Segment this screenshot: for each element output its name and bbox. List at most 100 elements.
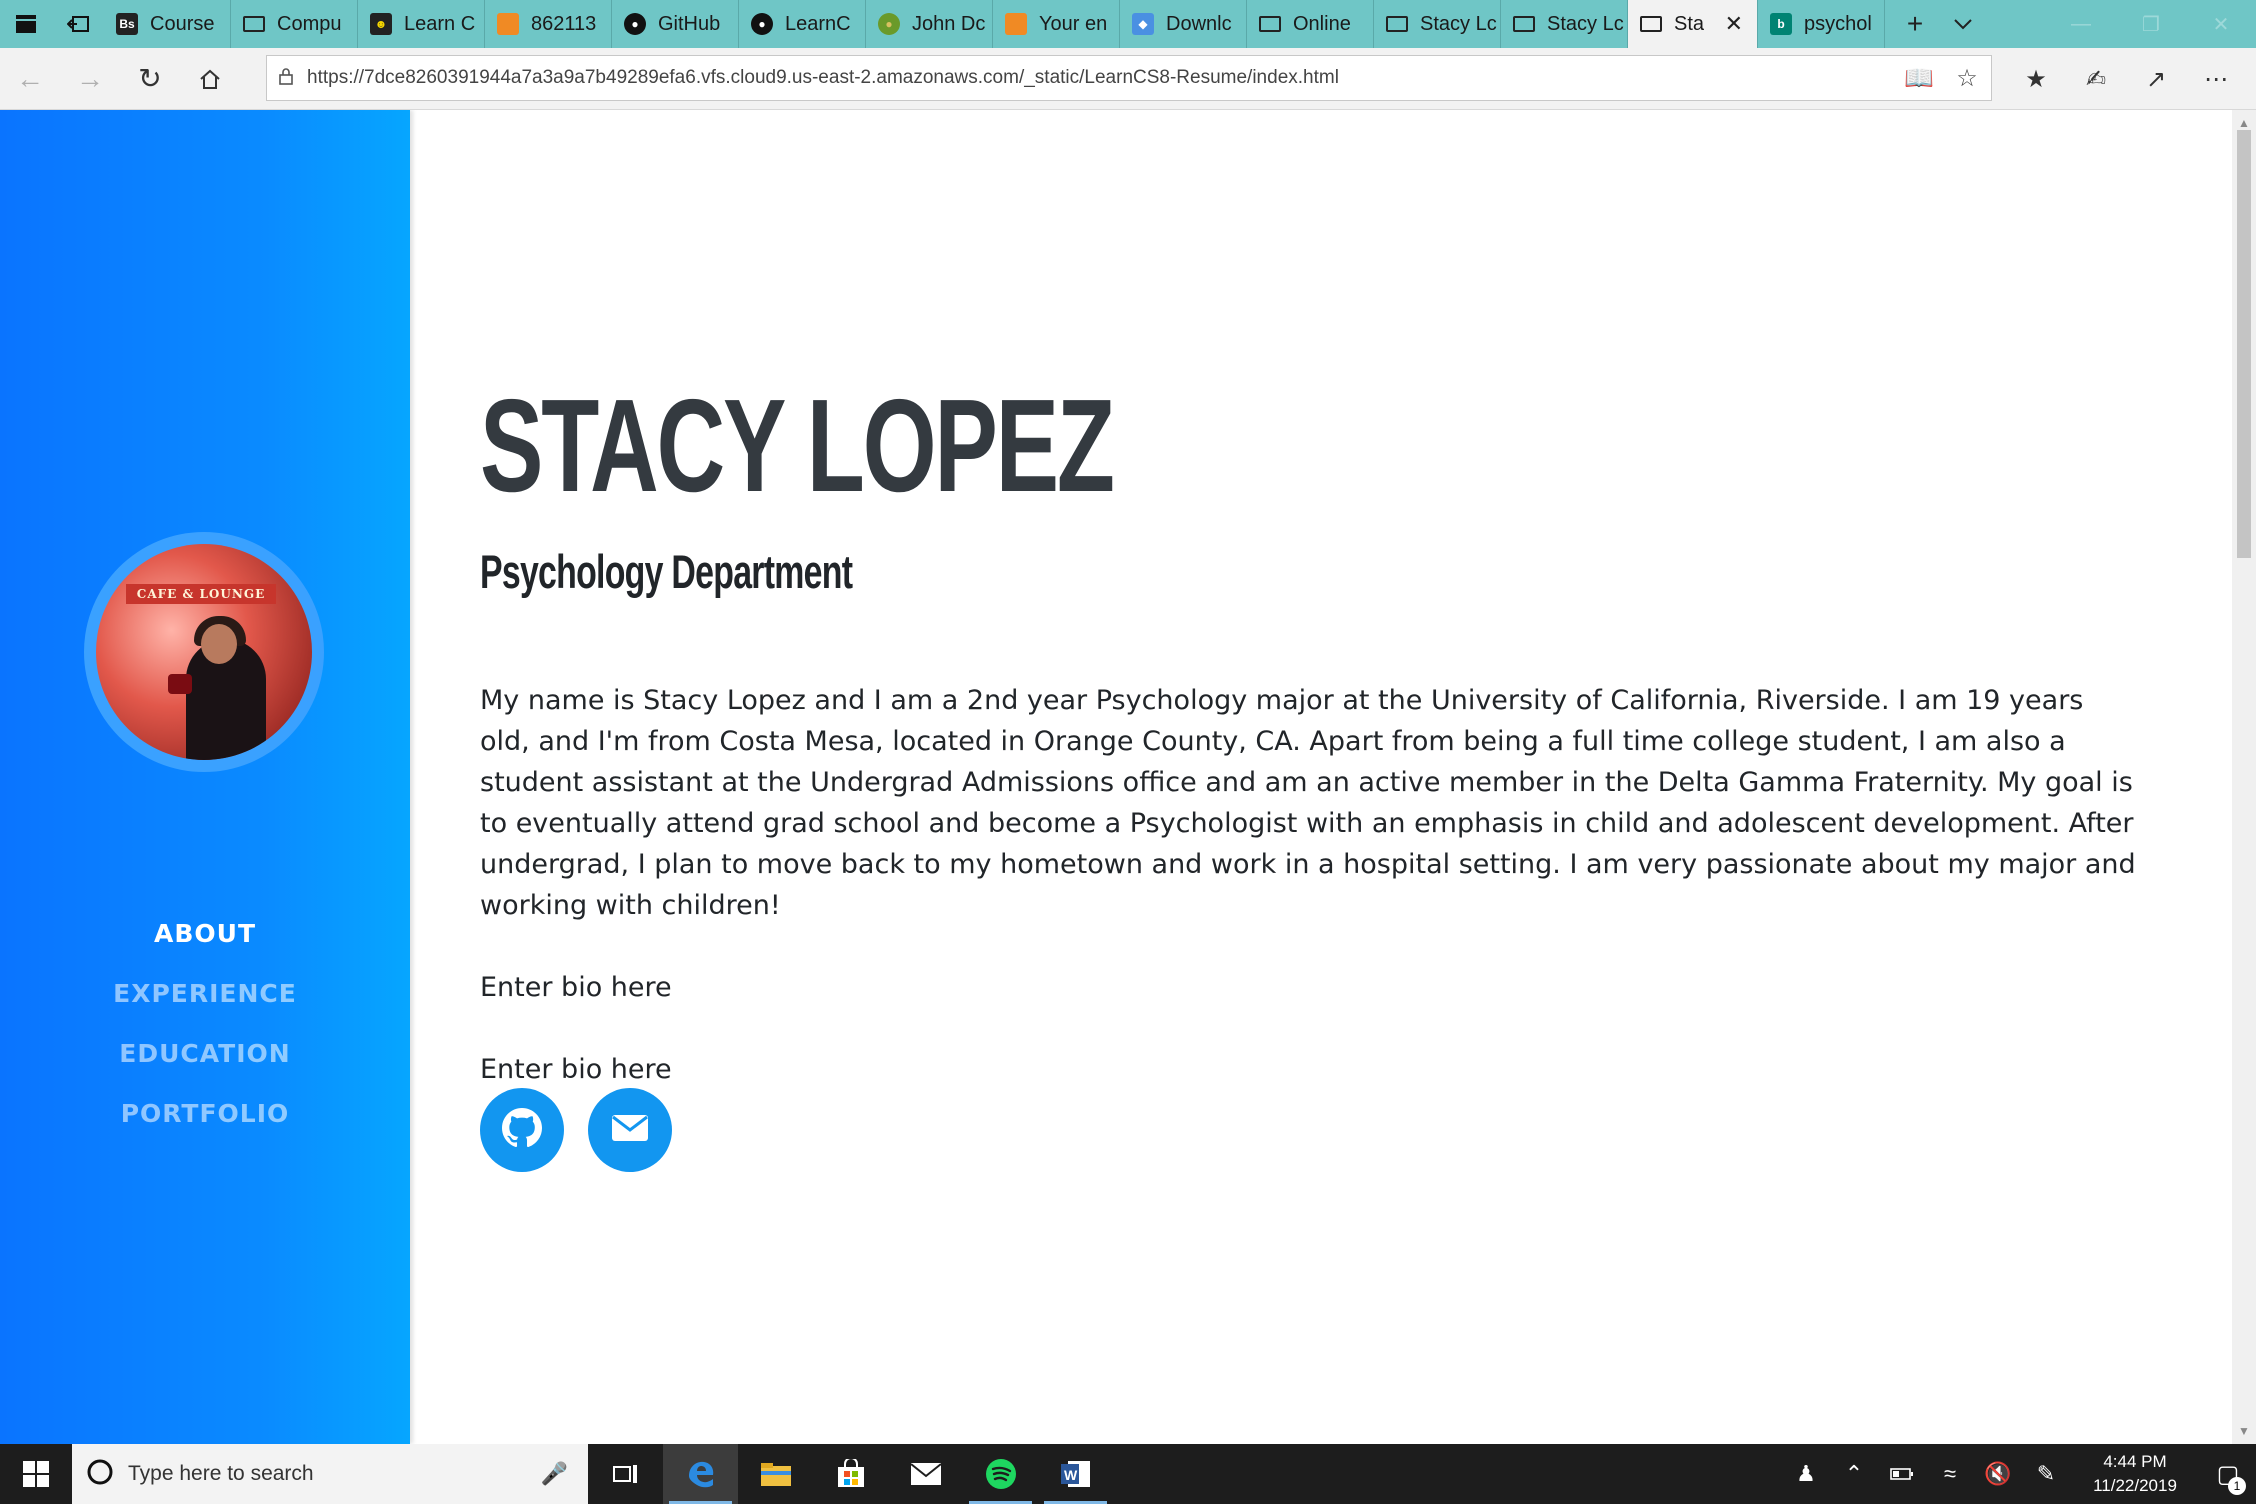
scroll-down-icon[interactable]: ▼ [2238,1424,2250,1438]
spotify-icon[interactable] [963,1444,1038,1504]
set-tabs-aside-icon[interactable] [52,0,104,48]
home-icon[interactable] [180,48,240,110]
more-icon[interactable]: ⋯ [2186,65,2246,94]
back-icon[interactable]: ← [0,48,60,110]
browser-tab[interactable]: 862113 [485,0,612,48]
tab-label: Learn C [404,12,476,35]
sidebar: CAFE & LOUNGE ABOUT EXPERIENCE EDUCATION… [0,110,410,1444]
page-icon [1386,16,1408,32]
tab-label: GitHub [658,12,721,35]
task-view-icon[interactable] [588,1444,663,1504]
browser-tab[interactable]: Your en [993,0,1120,48]
file-explorer-icon[interactable] [738,1444,813,1504]
envelope-icon [611,1113,649,1148]
bio-paragraph: Enter bio here [480,1054,672,1085]
github-link[interactable] [480,1088,564,1172]
scroll-thumb[interactable] [2237,130,2251,558]
scroll-up-icon[interactable]: ▲ [2238,116,2250,130]
browser-tab[interactable]: Compu [231,0,358,48]
tab-label: psychol [1804,12,1872,35]
show-hidden-icons-chevron-icon[interactable]: ⌃ [1830,1461,1878,1487]
tab-label: Stacy Lc [1420,12,1497,35]
nav-link-about[interactable]: ABOUT [0,910,410,970]
wifi-icon[interactable]: ≈ [1926,1461,1974,1487]
favorite-star-icon[interactable]: ☆ [1943,64,1991,93]
nav-link-portfolio[interactable]: PORTFOLIO [0,1090,410,1150]
browser-tab[interactable]: ◆ Downlc [1120,0,1247,48]
mail-icon[interactable] [888,1444,963,1504]
avocado-icon: ● [878,13,900,35]
system-tray: ♟ ⌃ ≈ 🔇 ✎ 4:44 PM 11/22/2019 ▢ 1 [1782,1444,2256,1504]
pen-workspace-icon[interactable]: ✎ [2022,1461,2070,1487]
browser-tab[interactable]: Sta ✕ [1628,0,1758,48]
cortana-icon [86,1458,114,1491]
reading-view-icon[interactable]: 📖 [1895,64,1943,93]
people-icon[interactable]: ♟ [1782,1461,1830,1487]
word-icon[interactable]: W [1038,1444,1113,1504]
cube-icon [497,13,519,35]
page-icon [1259,16,1281,32]
clock[interactable]: 4:44 PM 11/22/2019 [2070,1450,2200,1498]
battery-icon[interactable] [1878,1467,1926,1481]
windows-start-icon[interactable] [0,1444,72,1504]
restore-icon[interactable]: ❐ [2116,0,2186,48]
volume-muted-icon[interactable]: 🔇 [1974,1461,2022,1487]
tab-preview-chevron-icon[interactable] [1939,0,1987,48]
edge-taskbar-icon[interactable] [663,1444,738,1504]
browser-tab[interactable]: ● GitHub [612,0,739,48]
new-tab-icon[interactable]: + [1891,0,1939,48]
department-subtitle: Psychology Department [480,545,853,598]
cube-icon [1005,13,1027,35]
microphone-icon[interactable]: 🎤 [541,1461,568,1487]
browser-tab[interactable]: ● LearnC [739,0,866,48]
browser-tab[interactable]: Stacy Lc [1374,0,1501,48]
tab-label: 862113 [531,12,597,35]
navigation-bar: ← → ↻ https://7dce8260391944a7a3a9a7b492… [0,48,2256,110]
url-text[interactable]: https://7dce8260391944a7a3a9a7b49289efa6… [307,67,1339,89]
share-icon[interactable]: ↗ [2126,65,2186,94]
tab-label: Stacy Lc [1547,12,1624,35]
page-scrollbar[interactable]: ▲ ▼ [2232,110,2256,1444]
close-window-icon[interactable]: ✕ [2186,0,2256,48]
browser-tab[interactable]: b psychol [1758,0,1885,48]
nav-link-education[interactable]: EDUCATION [0,1030,410,1090]
tab-label: Sta [1674,12,1705,35]
social-icons [480,1088,672,1172]
svg-text:W: W [1064,1467,1078,1483]
bio-paragraph: Enter bio here [480,972,672,1003]
gem-icon: ◆ [1132,13,1154,35]
github-icon: ● [624,13,646,35]
taskbar: Type here to search 🎤 W ♟ ⌃ ≈ 🔇 ✎ 4:44 P… [0,1444,2256,1504]
forward-icon[interactable]: → [60,48,120,110]
taskbar-search-box[interactable]: Type here to search 🎤 [72,1444,588,1504]
github-icon: ● [751,13,773,35]
tab-label: Online [1293,12,1351,35]
bio-paragraph: My name is Stacy Lopez and I am a 2nd ye… [480,685,2136,921]
favorites-hub-icon[interactable]: ★ [2006,65,2066,94]
page-icon [1640,16,1662,32]
browser-tab[interactable]: Online [1247,0,1374,48]
close-tab-icon[interactable]: ✕ [1725,11,1743,37]
browser-tab[interactable]: Stacy Lc [1501,0,1628,48]
bing-icon: b [1770,13,1792,35]
browser-tab[interactable]: ● John Dc [866,0,993,48]
pen-icon[interactable]: ✍ [2066,65,2126,94]
notification-badge: 1 [2228,1476,2246,1495]
clock-date: 11/22/2019 [2093,1476,2177,1495]
tab-label: John Dc [912,12,986,35]
tab-actions-icon[interactable] [0,0,52,48]
sidebar-nav: ABOUT EXPERIENCE EDUCATION PORTFOLIO [0,910,410,1150]
tab-strip: Bs Course Compu ☻ Learn C 862113 ● GitHub ● Learn… [0,0,2256,48]
refresh-icon[interactable]: ↻ [120,48,180,110]
email-link[interactable] [588,1088,672,1172]
clock-time: 4:44 PM [2103,1452,2167,1471]
tab-label: Course [150,12,215,35]
browser-tab[interactable]: Bs Course [104,0,231,48]
address-bar[interactable]: https://7dce8260391944a7a3a9a7b49289efa6… [266,55,1992,101]
minimize-icon[interactable]: — [2046,0,2116,48]
nav-link-experience[interactable]: EXPERIENCE [0,970,410,1030]
browser-tab[interactable]: ☻ Learn C [358,0,485,48]
page-icon [1513,16,1535,32]
store-icon[interactable] [813,1444,888,1504]
action-center-icon[interactable]: ▢ 1 [2200,1460,2256,1495]
